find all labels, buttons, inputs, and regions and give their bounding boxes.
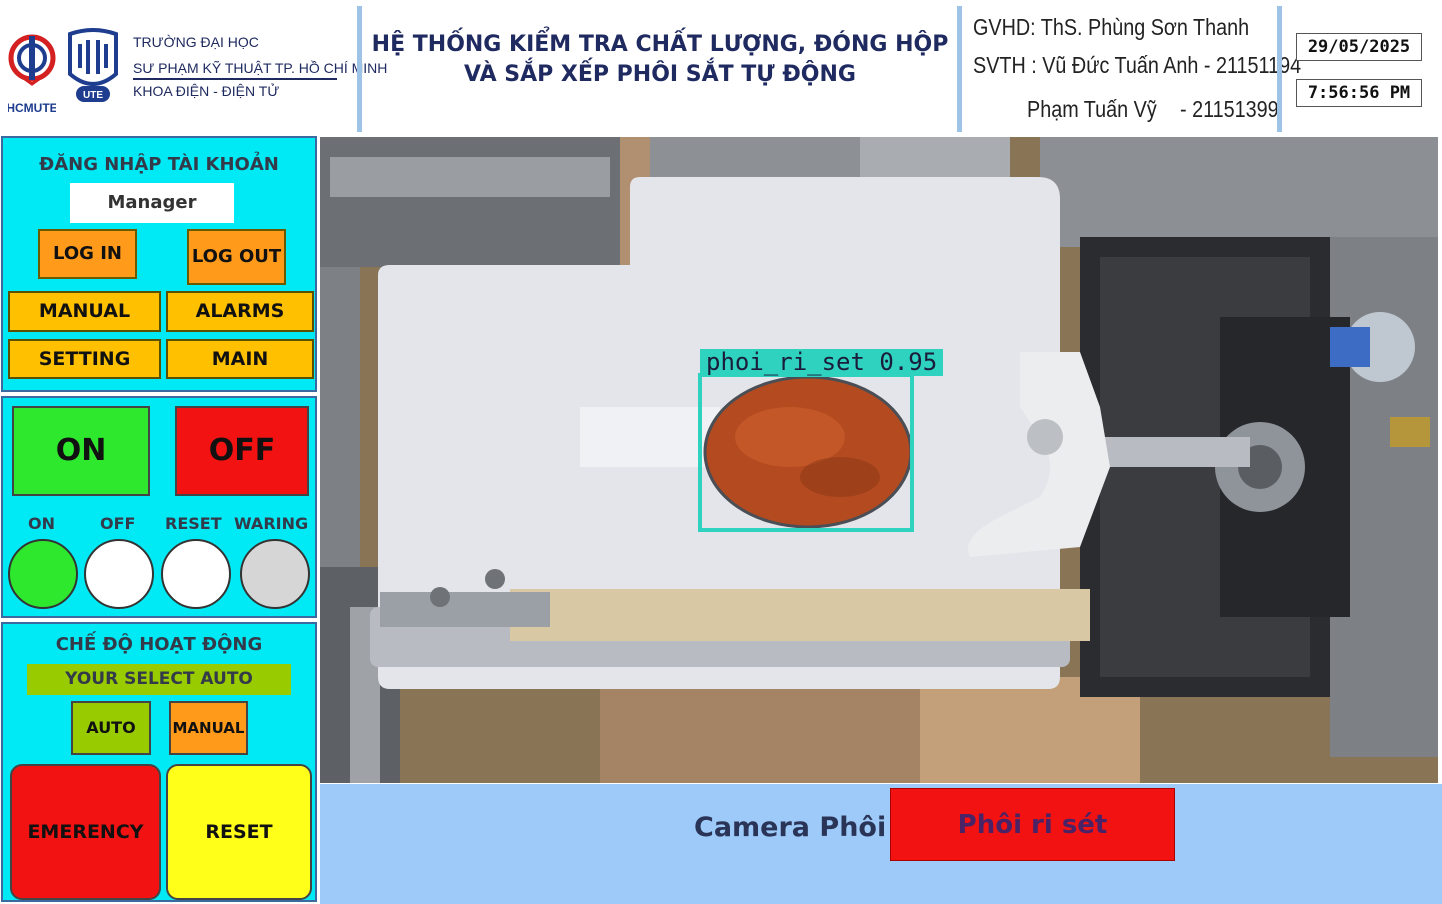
school-underline: [133, 78, 337, 80]
camera-feed: phoi_ri_set 0.95: [320, 137, 1438, 783]
selected-mode-display: YOUR SELECT AUTO: [27, 664, 291, 695]
reset-button[interactable]: RESET: [166, 764, 312, 900]
header-divider: [1277, 6, 1282, 132]
alarms-screen-button[interactable]: ALARMS: [166, 291, 314, 332]
date-display: 29/05/2025: [1296, 33, 1422, 61]
current-user-display: Manager: [70, 183, 234, 223]
lamp-label-warning: WARING: [234, 514, 309, 533]
manual-screen-button[interactable]: MANUAL: [8, 291, 161, 332]
emergency-button[interactable]: EMERENCY: [10, 764, 161, 900]
setting-screen-button[interactable]: SETTING: [8, 339, 161, 379]
main-screen-button[interactable]: MAIN: [166, 339, 314, 379]
student-info-2-id: - 21151399: [1180, 96, 1279, 122]
login-button[interactable]: LOG IN: [38, 229, 137, 279]
svg-text:UTE: UTE: [83, 90, 103, 101]
system-title-line2: VÀ SẮP XẾP PHÔI SẮT TỰ ĐỘNG: [464, 62, 856, 87]
off-indicator-lamp: [84, 539, 154, 609]
reset-indicator-lamp: [161, 539, 231, 609]
warning-indicator-lamp: [240, 539, 310, 609]
camera-label: Camera Phôi: [694, 812, 887, 843]
lamp-label-reset: RESET: [165, 514, 222, 533]
mode-panel-title: CHẾ ĐỘ HOẠT ĐỘNG: [55, 634, 263, 655]
header-divider: [357, 6, 362, 132]
login-panel-title: ĐĂNG NHẬP TÀI KHOẢN: [39, 154, 279, 175]
auto-mode-button[interactable]: AUTO: [71, 701, 151, 755]
lamp-label-on: ON: [28, 514, 55, 533]
school-name-line1: TRƯỜNG ĐẠI HỌC: [133, 34, 259, 50]
system-title: HỆ THỐNG KIỂM TRA CHẤT LƯỢNG, ĐÓNG HỘP V…: [364, 30, 956, 90]
on-button[interactable]: ON: [12, 406, 150, 496]
student-info-1: SVTH : Vũ Đức Tuấn Anh - 21151194: [973, 52, 1302, 78]
on-indicator-lamp: [8, 539, 78, 609]
logout-button[interactable]: LOG OUT: [187, 229, 286, 285]
login-panel: ĐĂNG NHẬP TÀI KHOẢN Manager LOG IN LOG O…: [1, 136, 317, 392]
ute-logo: UTE: [64, 28, 122, 106]
lamp-label-off: OFF: [100, 514, 136, 533]
result-bar: Camera Phôi Phôi ri sét: [320, 784, 1442, 904]
header: HCMUTE UTE TRƯỜNG ĐẠI HỌC SƯ PHẠM KỸ THU…: [0, 0, 1442, 134]
detection-label: phoi_ri_set 0.95: [700, 349, 944, 376]
school-name-line2: SƯ PHẠM KỸ THUẬT TP. HỒ CHÍ MINH: [133, 60, 388, 76]
system-title-line1: HỆ THỐNG KIỂM TRA CHẤT LƯỢNG, ĐÓNG HỘP: [371, 32, 949, 57]
hcmute-logo: HCMUTE: [6, 22, 58, 118]
power-panel: ON OFF ON OFF RESET WARING: [1, 396, 317, 618]
manual-mode-button[interactable]: MANUAL: [169, 701, 248, 755]
inspection-result: Phôi ri sét: [890, 788, 1175, 861]
advisor-info: GVHD: ThS. Phùng Sơn Thanh: [973, 14, 1250, 40]
off-button[interactable]: OFF: [175, 406, 309, 496]
student-info-2-name: Phạm Tuấn Vỹ: [1027, 96, 1157, 122]
time-display: 7:56:56 PM: [1296, 79, 1422, 107]
mode-panel: CHẾ ĐỘ HOẠT ĐỘNG YOUR SELECT AUTO AUTO M…: [1, 622, 317, 902]
header-divider: [957, 6, 962, 132]
camera-image: [320, 137, 1438, 783]
faculty-name: KHOA ĐIỆN - ĐIỆN TỬ: [133, 83, 280, 99]
svg-text:HCMUTE: HCMUTE: [8, 101, 56, 115]
